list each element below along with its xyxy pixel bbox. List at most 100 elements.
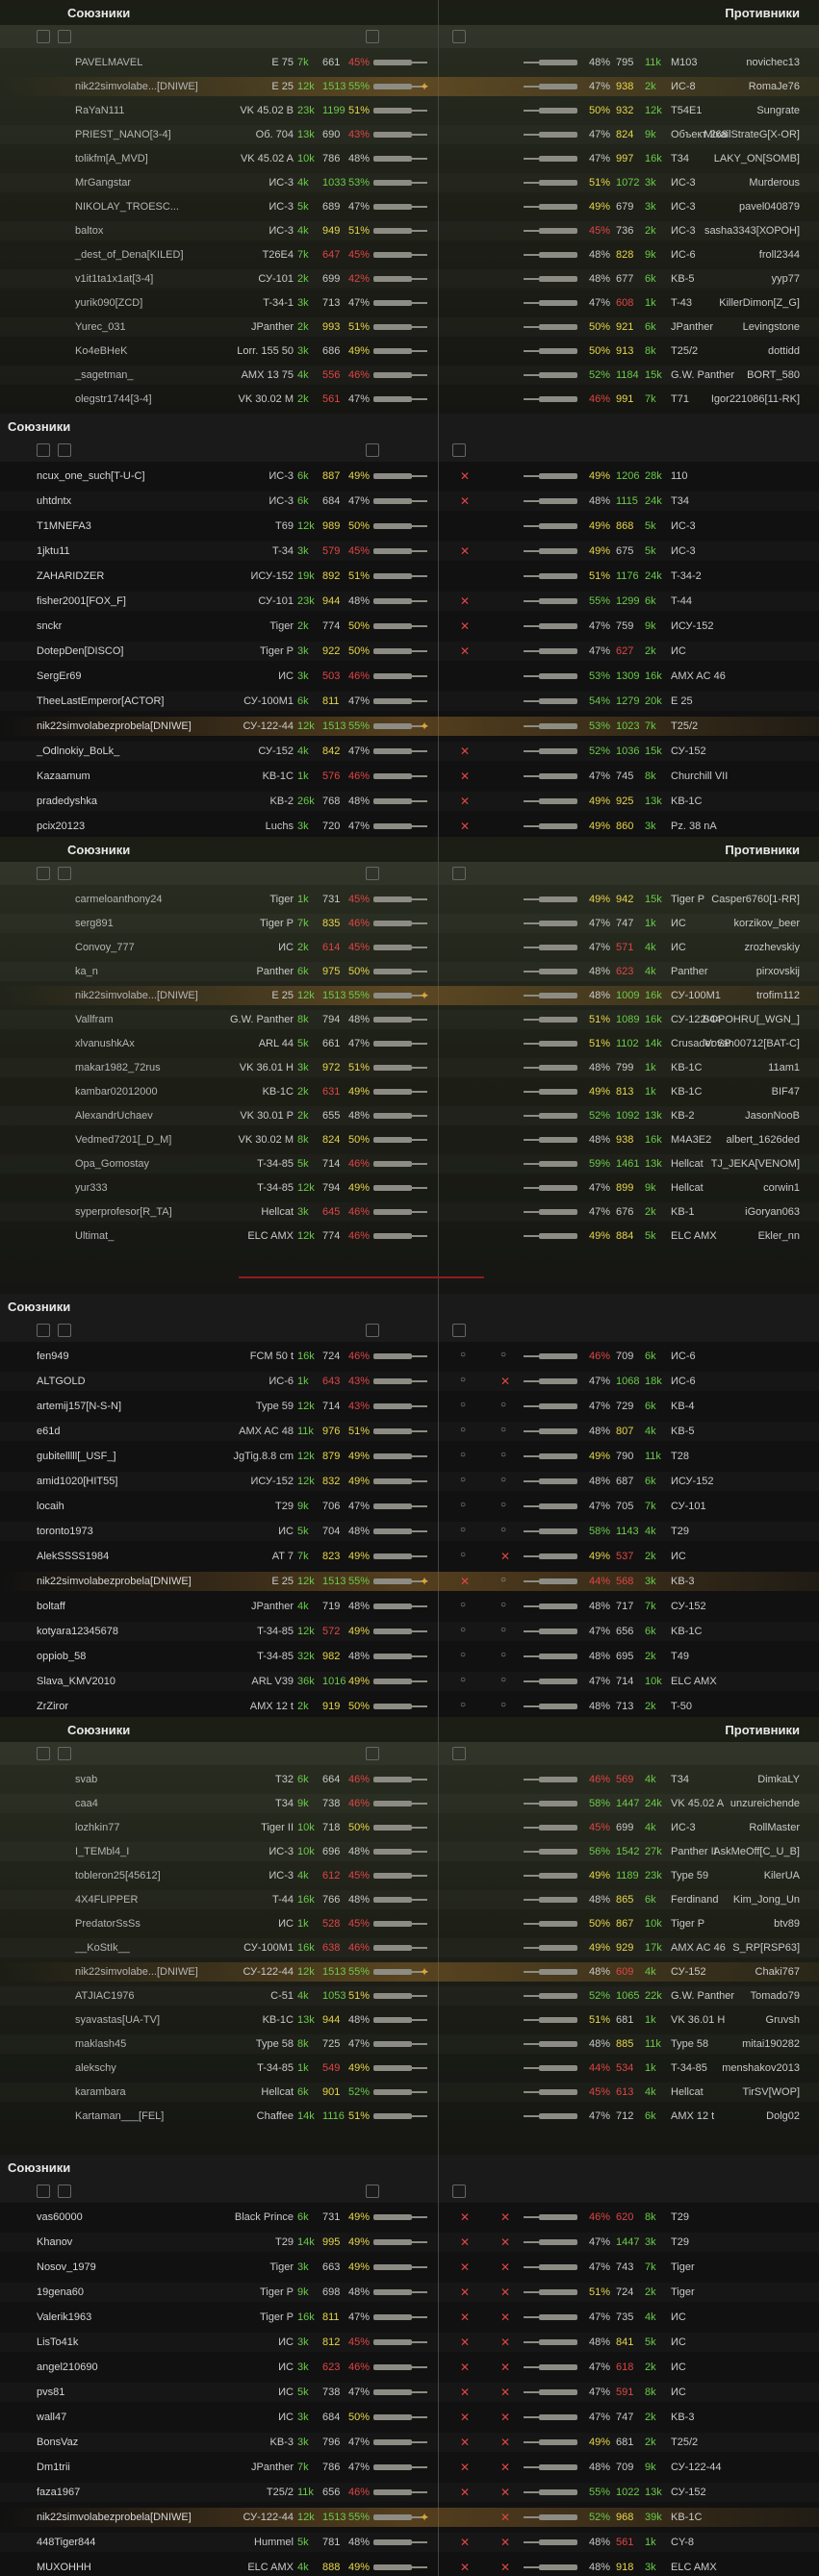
damage-rating: 731 (322, 2211, 341, 2223)
damage-rating: 576 (322, 770, 341, 782)
win-rate: 47% (348, 2038, 371, 2050)
player-name: mitai190282 (742, 2038, 800, 2050)
battles-count: 16k (297, 1351, 315, 1362)
damage-rating: 860 (616, 821, 634, 832)
tank-icon (373, 1679, 427, 1684)
tank-name: E 25 (671, 695, 693, 707)
damage-rating: 572 (322, 1626, 341, 1637)
battles-count: 12k (297, 720, 315, 732)
damage-rating: 647 (322, 249, 341, 261)
tank-icon (524, 1453, 577, 1459)
sort-icon[interactable] (37, 30, 50, 43)
tank-icon (373, 1604, 427, 1609)
vehicle-icon[interactable] (366, 1324, 379, 1337)
battles-count: 6k (645, 1476, 656, 1487)
battles-count: 12k (297, 520, 315, 532)
damage-rating: 714 (322, 1401, 341, 1412)
battles-count: 32k (297, 1651, 315, 1662)
tank-icon (373, 1403, 427, 1409)
damage-rating: 879 (322, 1451, 341, 1462)
battles-count: 9k (645, 1182, 656, 1194)
player-icon[interactable] (58, 30, 71, 43)
vehicle-icon[interactable] (366, 443, 379, 457)
sort-icon[interactable] (37, 2185, 50, 2198)
player-icon[interactable] (58, 2185, 71, 2198)
battles-count: 2k (645, 2361, 656, 2373)
tank-name: AMX AC 48 (239, 1426, 294, 1437)
player-name: MixailStrateG[X-OR] (704, 129, 800, 140)
player-row: 19gena60 Tiger P 9k 698 48% ✕ ✕ 51% 724 2k Tiger (0, 2283, 819, 2302)
battles-count: 3k (297, 1206, 309, 1218)
battles-count: 12k (297, 1401, 315, 1412)
player-row: pvs81 ИС 5k 738 47% ✕ ✕ 47% 591 8k ИС (0, 2383, 819, 2402)
tank-icon (524, 2464, 577, 2470)
tank-icon (373, 2489, 427, 2495)
vehicle-icon[interactable] (452, 30, 466, 43)
destroyed-icon: ✕ (460, 2386, 471, 2399)
player-row: amid1020[HIT55] ИСУ-152 12k 832 49% ○ ○ 48% 687 6… (0, 1472, 819, 1491)
tank-icon (524, 1993, 577, 1999)
player-name: e61d (37, 1426, 61, 1437)
win-rate: 47% (348, 495, 371, 507)
vehicle-icon[interactable] (452, 443, 466, 457)
damage-rating: 681 (616, 2014, 634, 2026)
player-name: trofim112 (755, 990, 800, 1001)
win-rate: 47% (348, 393, 371, 405)
sort-icon[interactable] (37, 1747, 50, 1760)
win-rate: 46% (589, 1351, 611, 1362)
damage-rating: 899 (616, 1182, 634, 1194)
tank-icon (373, 1017, 427, 1023)
vehicle-icon[interactable] (452, 1747, 466, 1760)
tank-name: Ferdinand (671, 1894, 719, 1906)
vehicle-icon[interactable] (452, 1324, 466, 1337)
damage-rating: 720 (322, 821, 341, 832)
sort-icon[interactable] (37, 1324, 50, 1337)
player-name: nik22simvolabezprobela[DNIWE] (37, 2512, 192, 2523)
damage-rating: 679 (616, 201, 634, 213)
sort-icon[interactable] (37, 443, 50, 457)
player-row: Valerik1963 Tiger P 16k 811 47% ✕ ✕ 47% 735 4k ИС (0, 2308, 819, 2327)
player-row: fisher2001[FOX_F] СУ-101 23k 944 48% ✕ 55% 1299… (0, 592, 819, 611)
vehicle-icon[interactable] (366, 2185, 379, 2198)
player-icon[interactable] (58, 867, 71, 880)
player-name: syavastas[UA-TV] (75, 2014, 161, 2026)
destroyed-icon: ✕ (500, 2511, 511, 2524)
vehicle-icon[interactable] (452, 867, 466, 880)
player-name: gubitelllll[_USF_] (37, 1451, 116, 1462)
tank-name: ИС (671, 942, 686, 953)
battles-count: 11k (297, 1426, 314, 1437)
player-row: 4X4FLIPPER T-44 16k 766 48% 48% 865 6k Ferdinand… (0, 1890, 819, 1909)
win-rate: 51% (589, 2014, 611, 2026)
sort-icon[interactable] (37, 867, 50, 880)
player-name: pcix20123 (37, 821, 86, 832)
player-name: ncux_one_such[T-U-C] (37, 470, 145, 482)
vehicle-icon[interactable] (366, 1747, 379, 1760)
damage-rating: 690 (322, 129, 341, 140)
tank-icon (373, 1428, 427, 1434)
tank-name: Type 59 (255, 1401, 294, 1412)
win-rate: 51% (348, 1990, 371, 2002)
vehicle-icon[interactable] (452, 2185, 466, 2198)
battles-count: 9k (645, 2462, 656, 2473)
win-rate: 49% (589, 1086, 611, 1098)
win-rate: 48% (589, 1894, 611, 1906)
battles-count: 9k (645, 129, 656, 140)
player-icon[interactable] (58, 1747, 71, 1760)
player-icon[interactable] (58, 1324, 71, 1337)
allies-title: Союзники (8, 1300, 71, 1314)
tank-icon (373, 2339, 427, 2345)
tank-name: T-34-85 (671, 2062, 707, 2074)
destroyed-icon: ✕ (460, 2361, 471, 2374)
player-name: ATJIAC1976 (75, 1990, 135, 2002)
win-rate: 45% (348, 942, 371, 953)
damage-rating: 1102 (616, 1038, 639, 1049)
damage-rating: 795 (616, 57, 634, 68)
vehicle-icon[interactable] (366, 30, 379, 43)
player-icon[interactable] (58, 443, 71, 457)
win-rate: 49% (589, 1451, 611, 1462)
destroyed-icon: ✕ (460, 2311, 471, 2324)
tank-icon (373, 84, 427, 89)
tank-name: Lorr. 155 50 (237, 345, 294, 357)
player-row: __KoStIk__ СУ-100М1 16k 638 46% 49% 929 17k AMX … (0, 1938, 819, 1957)
vehicle-icon[interactable] (366, 867, 379, 880)
